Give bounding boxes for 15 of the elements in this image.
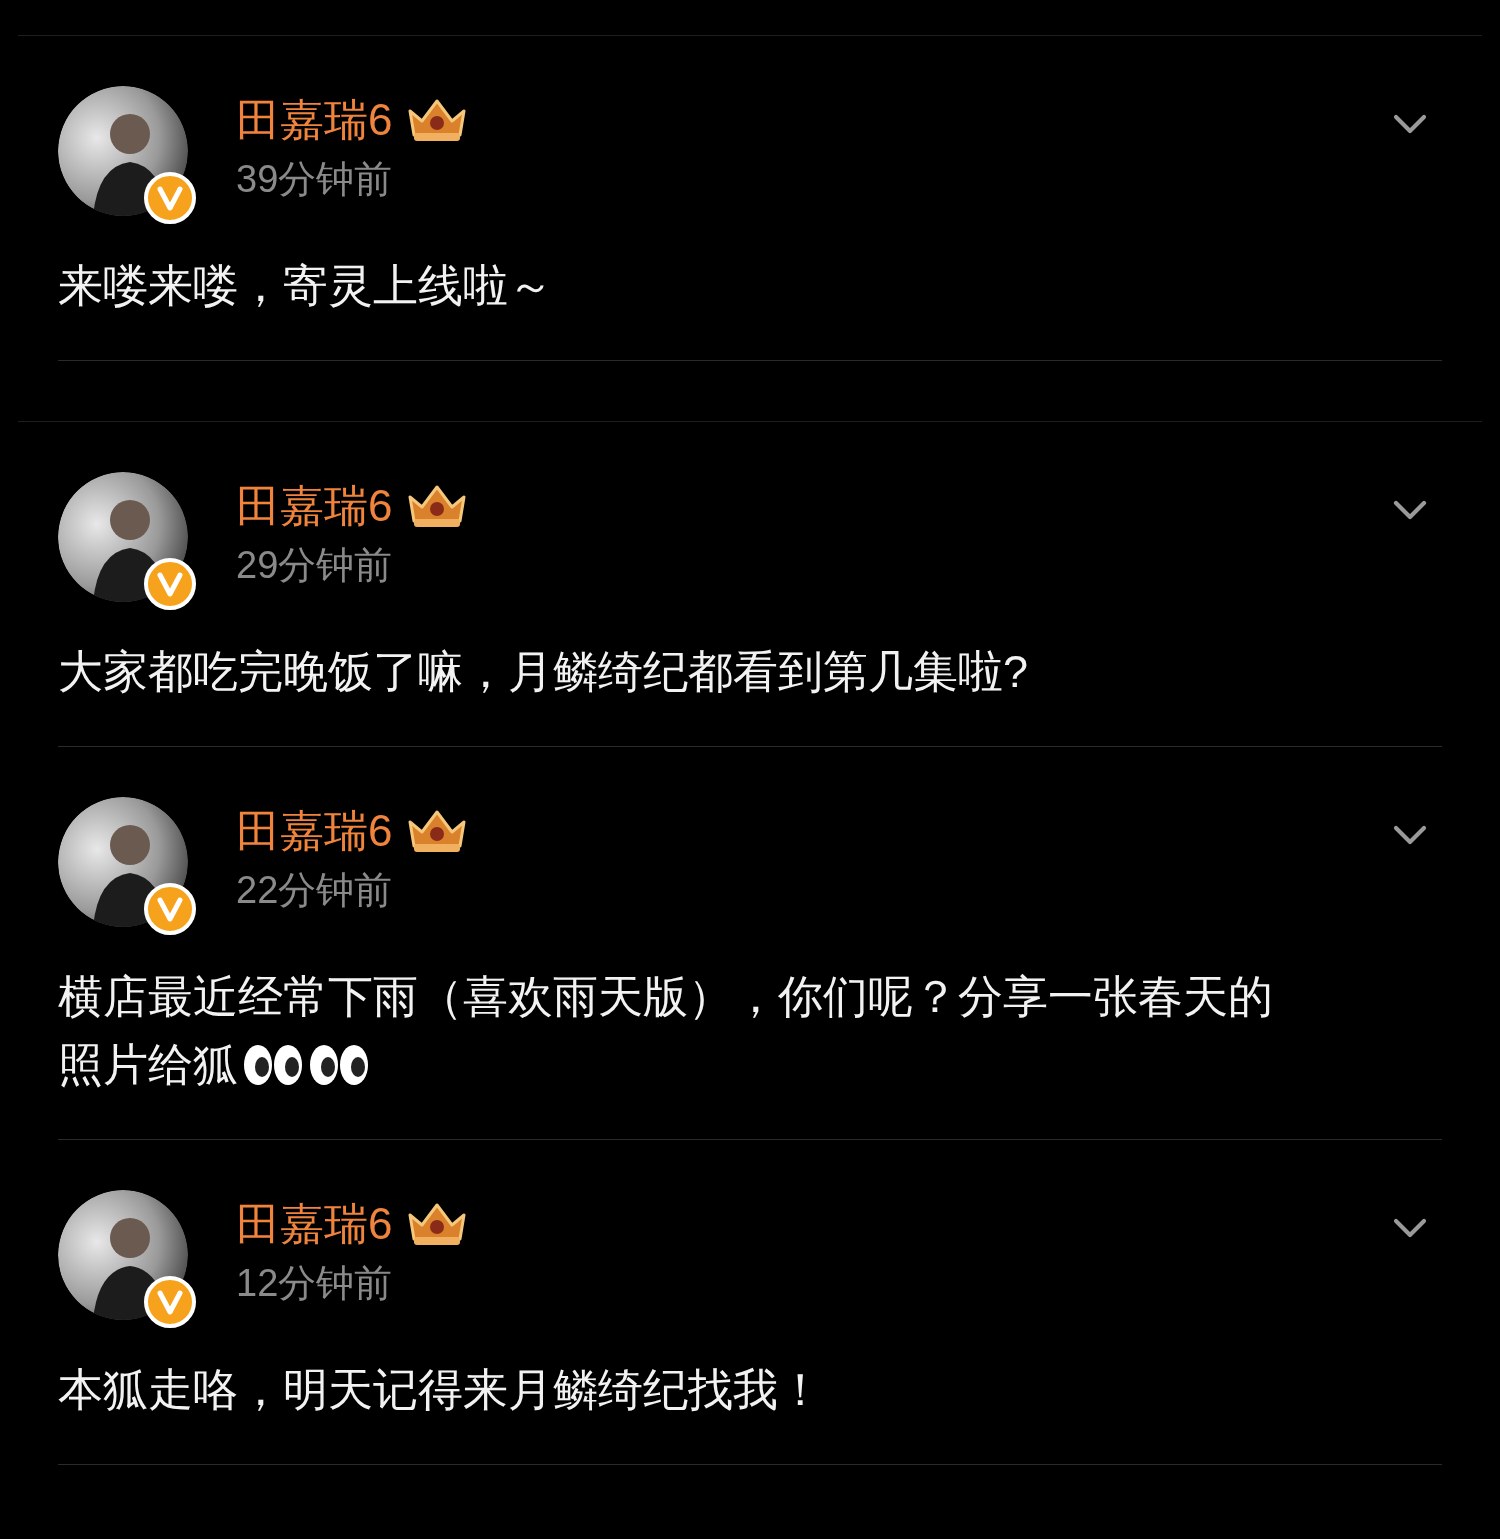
- post-text: 本狐走咯，明天记得来月鳞绮纪找我！: [58, 1363, 823, 1417]
- post-time: 12分钟前: [236, 1264, 394, 1302]
- eyes-icon: [308, 1043, 370, 1087]
- eyes-icon: [242, 1043, 304, 1087]
- post-text: 大家都吃完晚饭了嘛，月鳞绮纪都看到第几集啦?: [58, 645, 1029, 699]
- author-name[interactable]: 田嘉瑞6: [236, 1202, 393, 1246]
- author-name[interactable]: 田嘉瑞6: [236, 809, 393, 853]
- post-time: 39分钟前: [236, 160, 394, 198]
- post-text: 来喽来喽，寄灵上线啦～: [58, 259, 553, 313]
- author-name[interactable]: 田嘉瑞6: [236, 98, 393, 142]
- author-name[interactable]: 田嘉瑞6: [236, 484, 393, 528]
- post-text: 照片给狐: [58, 1038, 238, 1092]
- post-time: 22分钟前: [236, 871, 394, 909]
- post-time: 29分钟前: [236, 546, 394, 584]
- post-text: 横店最近经常下雨（喜欢雨天版），你们呢？分享一张春天的: [58, 970, 1273, 1024]
